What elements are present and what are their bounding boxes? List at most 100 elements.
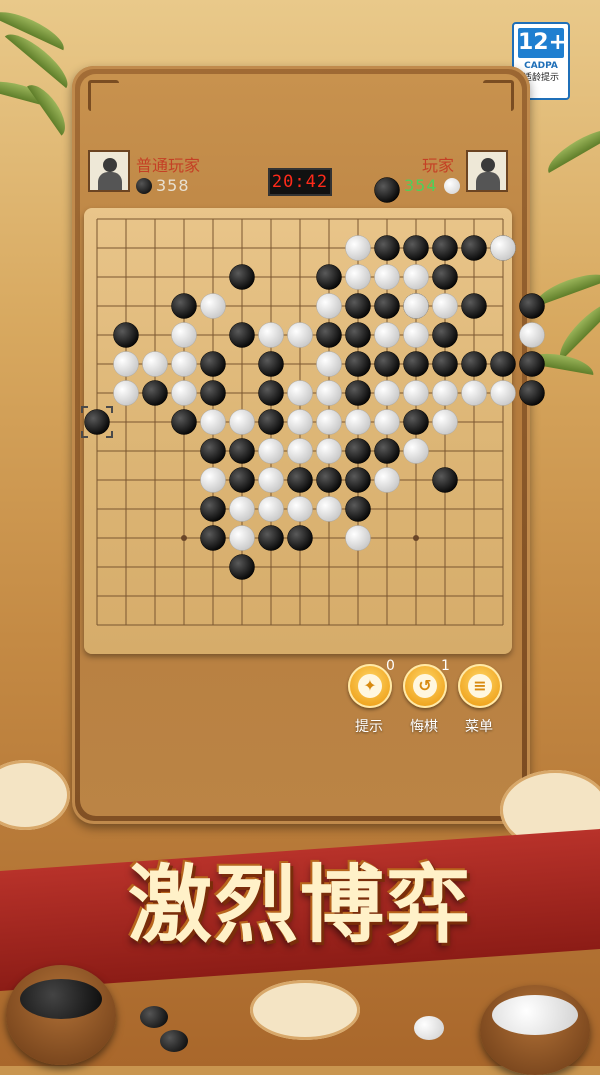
white-stone [490,380,516,406]
white-stone [345,235,371,261]
white-stone [519,322,545,348]
hint-label: 提示 [355,719,383,735]
menu-label: 菜单 [465,719,493,735]
black-stone [519,380,545,406]
black-stone [287,467,313,493]
white-stone [287,496,313,522]
black-stone [374,438,400,464]
black-stone [519,351,545,377]
white-stone [142,351,168,377]
black-stone [461,235,487,261]
menu-button[interactable]: ≡ [458,664,502,708]
black-stone [200,496,226,522]
white-stone [229,496,255,522]
black-stone [229,467,255,493]
white-stone [345,264,371,290]
black-stone [345,351,371,377]
white-stone [287,409,313,435]
white-stone [403,264,429,290]
black-stone [403,351,429,377]
bulb-icon: ✦ [358,674,382,698]
white-stone [403,438,429,464]
white-stone [316,409,342,435]
white-stone [229,525,255,551]
white-stone [200,293,226,319]
white-stone [403,380,429,406]
loose-black-stone [140,1006,168,1028]
white-stone [171,351,197,377]
white-stone [316,496,342,522]
black-stone [432,264,458,290]
black-stone [403,409,429,435]
white-stone [113,380,139,406]
white-stone [432,409,458,435]
white-stone [113,351,139,377]
white-stone [432,293,458,319]
black-stone [171,409,197,435]
white-stone [345,409,371,435]
white-stone [171,380,197,406]
white-stone [374,264,400,290]
black-stone [229,554,255,580]
white-stone [316,380,342,406]
black-stone [374,177,400,203]
black-stone [345,322,371,348]
black-stone [374,293,400,319]
white-stone [258,467,284,493]
black-stone [200,380,226,406]
white-stone [316,293,342,319]
hint-count: 0 [386,658,395,674]
white-stone [374,322,400,348]
black-stone-bowl [6,965,116,1065]
black-stone [345,496,371,522]
black-stone [403,235,429,261]
black-stone [142,380,168,406]
black-stone [374,351,400,377]
black-stone [345,380,371,406]
black-stone [258,525,284,551]
white-stone [461,380,487,406]
black-stone [432,351,458,377]
black-stone [316,322,342,348]
undo-icon: ↺ [413,674,437,698]
black-stone [200,351,226,377]
black-stone [461,293,487,319]
white-stone [258,496,284,522]
white-stone [229,409,255,435]
black-stone [432,235,458,261]
white-stone [374,409,400,435]
cloud-decoration [250,980,360,1040]
black-stone [171,293,197,319]
white-stone [200,467,226,493]
loose-black-stone [160,1030,188,1052]
white-stone [403,322,429,348]
white-stone [490,235,516,261]
white-stone-bowl [480,985,590,1075]
black-stone [229,322,255,348]
black-stone [113,322,139,348]
white-stone [287,322,313,348]
black-stone [316,264,342,290]
black-stone [84,409,110,435]
banner-title: 激烈博弈 [127,855,472,954]
black-stone [490,351,516,377]
black-stone [287,525,313,551]
black-stone [229,264,255,290]
white-stone [287,380,313,406]
white-stone [374,380,400,406]
black-stone [374,235,400,261]
white-stone [374,467,400,493]
black-stone [258,380,284,406]
black-stone [345,438,371,464]
black-stone [258,351,284,377]
undo-label: 悔棋 [410,719,438,735]
white-stone [432,380,458,406]
black-stone [345,467,371,493]
black-stone [519,293,545,319]
star-point [413,535,419,541]
white-stone [316,351,342,377]
white-stone [171,322,197,348]
menu-icon: ≡ [468,674,492,698]
white-stone [403,293,429,319]
black-stone [345,293,371,319]
